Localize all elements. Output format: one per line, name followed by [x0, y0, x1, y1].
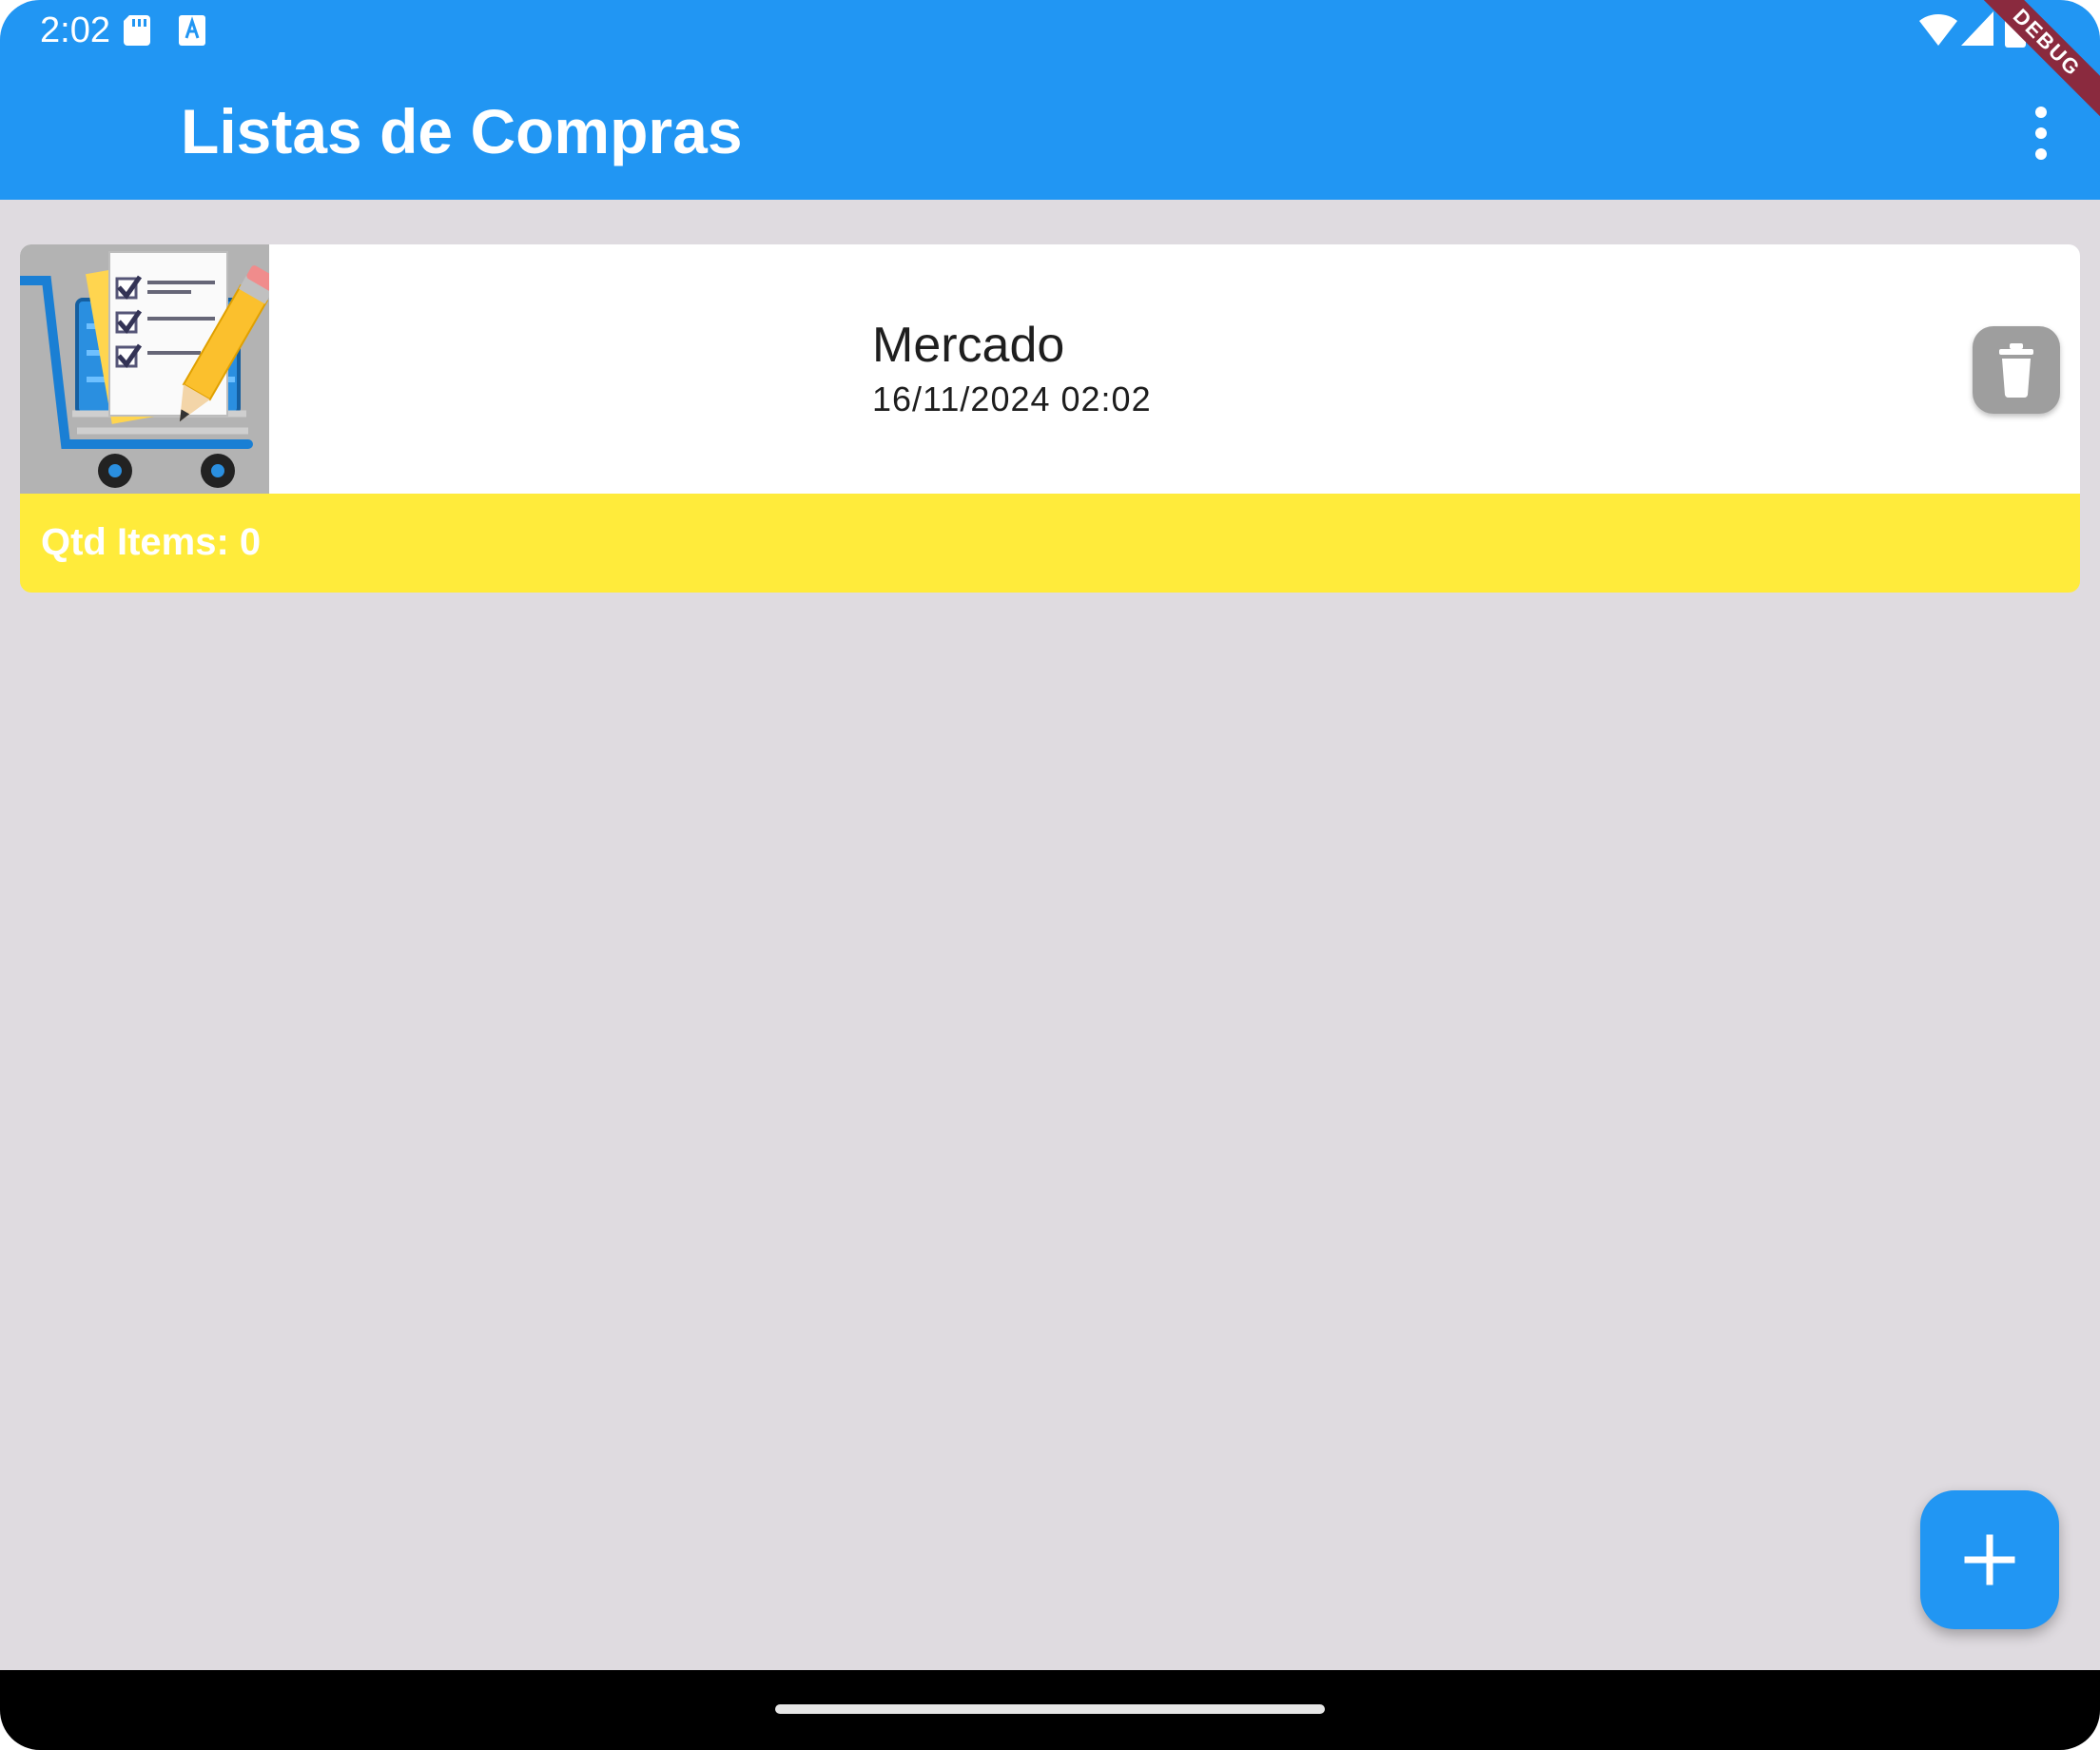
system-navigation-bar	[0, 1670, 2100, 1750]
list-thumbnail	[20, 244, 269, 494]
sd-card-icon	[124, 15, 150, 46]
items-count: Qtd Items: 0	[41, 521, 262, 563]
battery-icon	[2005, 10, 2026, 48]
status-bar: 2:02	[0, 0, 2100, 61]
list-item-body[interactable]: Mercado 16/11/2024 02:02	[20, 244, 2080, 494]
add-list-button[interactable]	[1920, 1490, 2059, 1629]
plus-icon	[1964, 1534, 2015, 1585]
home-indicator[interactable]	[775, 1704, 1325, 1714]
page-title: Listas de Compras	[181, 96, 743, 166]
signal-icon	[1961, 11, 1993, 46]
wifi-icon	[1919, 13, 1957, 46]
list-text: Mercado 16/11/2024 02:02	[872, 315, 1152, 423]
more-vert-icon	[2035, 107, 2047, 160]
app-bar: Listas de Compras	[0, 61, 2100, 200]
status-time: 2:02	[40, 10, 110, 50]
list-date: 16/11/2024 02:02	[872, 379, 1152, 418]
list-item[interactable]: Mercado 16/11/2024 02:02 Qtd Items: 0	[20, 244, 2080, 593]
keyboard-a-icon	[179, 15, 205, 46]
shopping-cart-checklist-icon	[20, 244, 269, 494]
more-menu-button[interactable]	[2018, 99, 2064, 167]
trash-icon	[1999, 343, 2033, 399]
list-name: Mercado	[872, 318, 1065, 373]
app-screen: 2:02 Listas de Compras DEBUG Mercado 16/…	[0, 0, 2100, 1750]
delete-list-button[interactable]	[1973, 326, 2060, 414]
list-item-footer: Qtd Items: 0	[20, 494, 2080, 593]
